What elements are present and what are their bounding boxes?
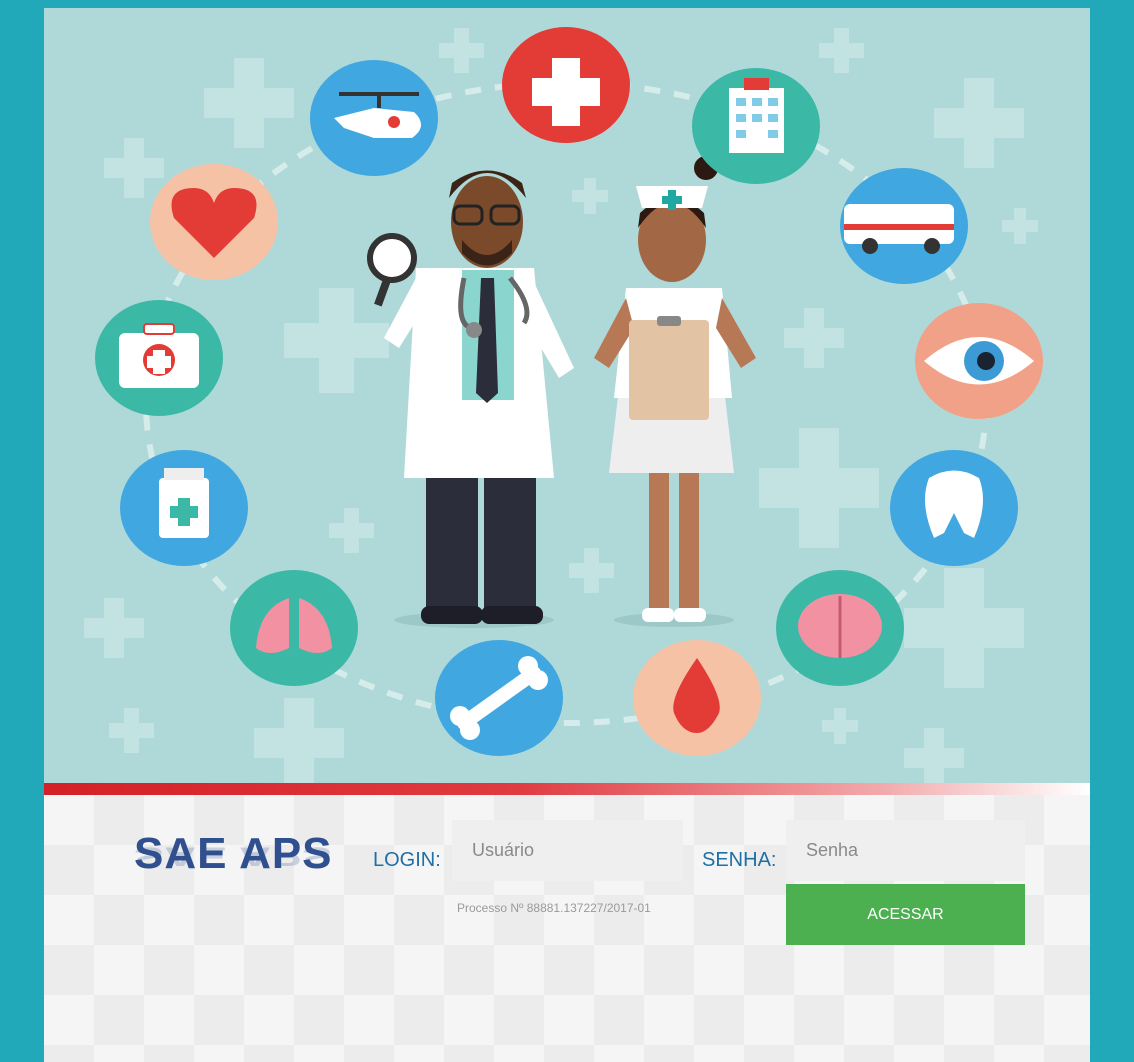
process-number: Processo Nº 88881.137227/2017-01	[457, 901, 651, 915]
password-input[interactable]	[786, 820, 1025, 881]
tooth-icon	[890, 450, 1018, 566]
hero-illustration	[44, 8, 1090, 783]
login-panel: SAE APS SAE APS LOGIN: SENHA: Processo N…	[44, 8, 1090, 1062]
divider-strip	[44, 783, 1090, 795]
nurse-figure	[594, 156, 756, 627]
first-aid-cross-icon	[502, 27, 630, 143]
login-label: LOGIN:	[373, 849, 441, 871]
heart-icon	[150, 164, 278, 280]
app-logo: SAE APS SAE APS	[134, 829, 334, 899]
doctor-figure	[367, 170, 574, 628]
password-label: SENHA:	[702, 849, 777, 871]
eye-icon	[915, 303, 1043, 419]
ambulance-icon	[840, 168, 968, 284]
medicine-bottle-icon	[120, 450, 248, 566]
login-input[interactable]	[452, 820, 683, 881]
brain-icon	[776, 570, 904, 686]
medical-illustration	[84, 27, 1043, 783]
lungs-icon	[230, 570, 358, 686]
logo-reflection: SAE APS	[134, 841, 333, 871]
first-aid-kit-icon	[95, 300, 223, 416]
blood-drop-icon	[633, 640, 761, 756]
hospital-icon	[692, 68, 820, 184]
login-form: SAE APS SAE APS LOGIN: SENHA: Processo N…	[44, 795, 1090, 1062]
helicopter-icon	[310, 60, 438, 176]
bone-icon	[435, 640, 563, 756]
access-button[interactable]: ACESSAR	[786, 884, 1025, 945]
